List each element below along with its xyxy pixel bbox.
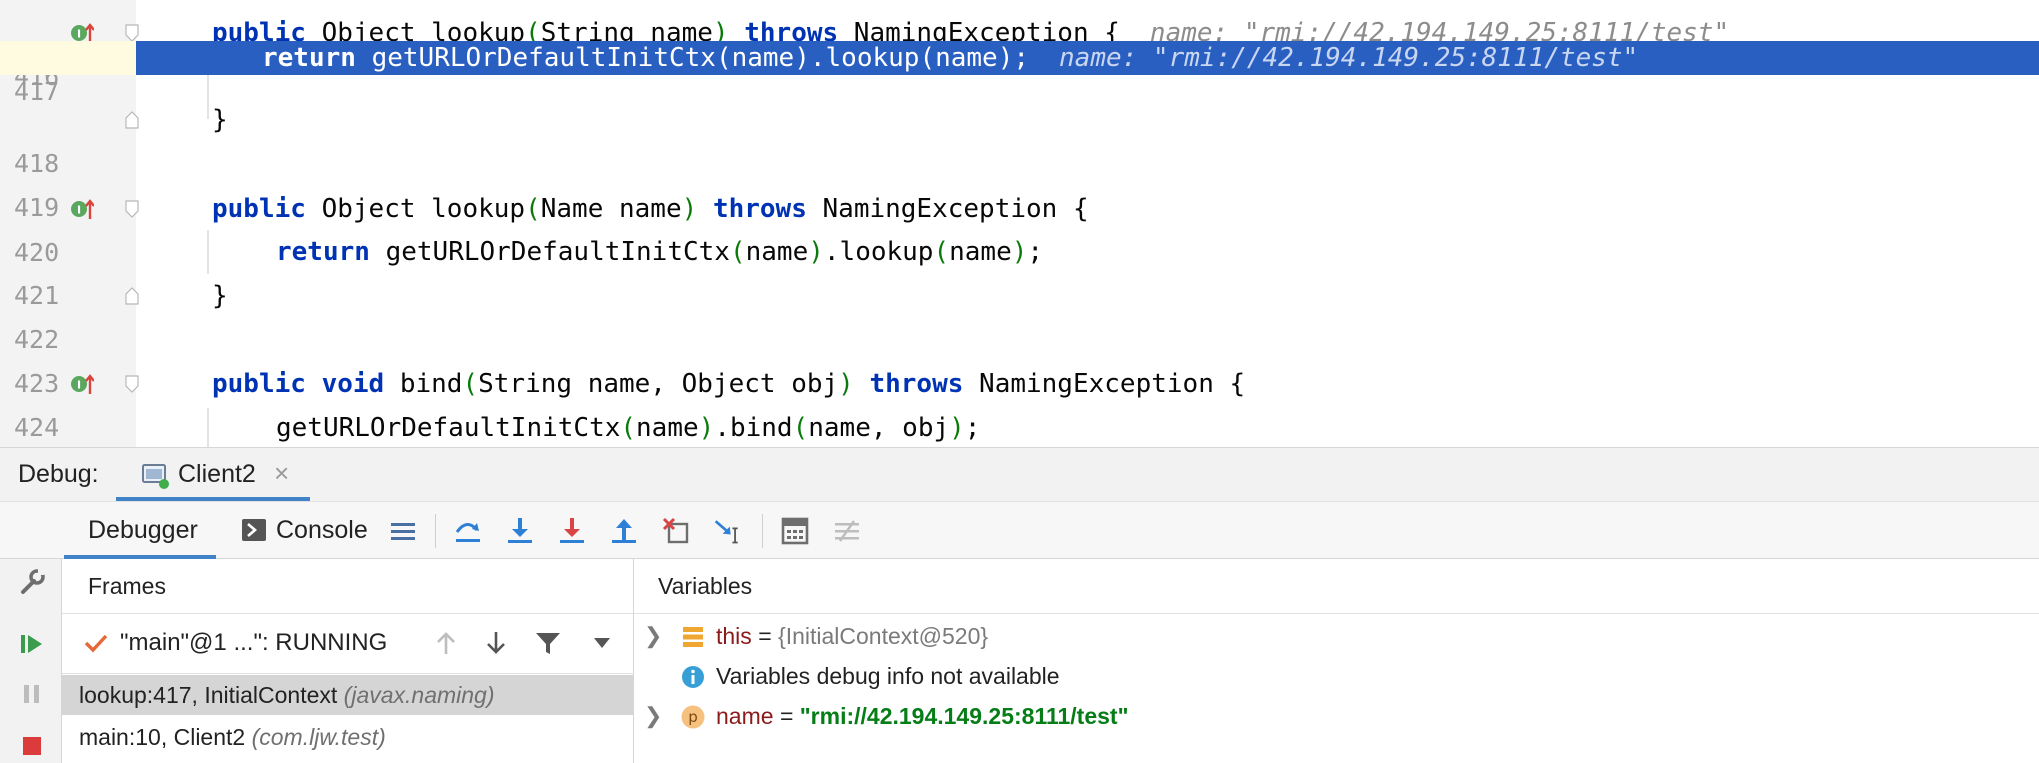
variable-name: name [716,703,774,729]
trace-stream-icon[interactable] [832,516,862,546]
variable-value: "rmi://42.194.149.25:8111/test" [799,703,1129,729]
pause-icon[interactable] [17,679,47,709]
drop-frame-icon[interactable] [661,516,691,546]
fold-marker-icon[interactable] [125,375,139,393]
code-line[interactable]: 423 [0,318,2039,398]
frame-item[interactable]: lookup:417, InitialContext (javax.naming… [62,675,633,715]
frames-title: Frames [88,573,166,599]
filter-icon[interactable] [534,630,562,656]
code-line[interactable]: 418 } [0,98,2039,178]
frame-method: lookup:417, InitialContext [79,682,338,708]
fold-marker-icon[interactable] [125,200,139,218]
down-arrow-icon[interactable] [484,630,508,656]
info-icon [682,666,704,688]
fold-marker-icon[interactable] [125,24,139,42]
variable-name: this [716,623,752,649]
code-editor[interactable]: 416 I public Object lookup(String name) … [0,0,2039,447]
force-step-into-icon[interactable] [557,516,587,546]
variables-header: Variables [634,559,2039,614]
frame-method: main:10, Client2 [79,724,246,750]
svg-text:I: I [77,379,81,392]
fold-end-icon[interactable] [125,287,139,305]
close-icon[interactable]: × [274,458,289,489]
step-into-icon[interactable] [505,516,535,546]
debugger-toolbar: Debugger Console [0,501,2039,559]
expand-arrow-icon[interactable]: ❯ [644,616,662,656]
svg-text:I: I [77,28,81,41]
variable-info-row: Variables debug info not available [634,656,2039,696]
run-config-icon [142,464,169,489]
code-line[interactable]: 425 getURLOrDefaultInitCtx(name).bind(na… [0,406,2039,447]
current-execution-line[interactable]: 417 return getURLOrDefaultInitCtx(name).… [0,41,2039,106]
up-arrow-icon[interactable] [434,630,458,656]
variables-panel: Variables ❯ this = {InitialContext@520} … [634,559,2039,763]
variable-row-name[interactable]: ❯ p name = "rmi://42.194.149.25:8111/tes… [634,696,2039,736]
code-line[interactable]: 420 I public Object lookup(Name name) th… [0,187,2039,267]
step-over-icon[interactable] [453,516,483,546]
fold-end-icon[interactable] [125,111,139,129]
thread-status: "main"@1 ...": RUNNING [120,629,388,656]
tab-debugger-label: Debugger [88,516,198,544]
variables-title: Variables [658,573,753,599]
frames-header: Frames [62,559,633,614]
wrench-icon[interactable] [17,567,47,597]
expand-arrow-icon[interactable]: ❯ [644,696,662,736]
hamburger-menu-icon[interactable] [388,516,418,546]
run-to-cursor-icon[interactable] [713,516,743,546]
frame-package: (com.ljw.test) [251,724,386,750]
thread-selector[interactable]: "main"@1 ...": RUNNING [62,614,633,674]
svg-text:p: p [688,708,698,726]
frames-panel: Frames "main"@1 ...": RUNNING lookup:417… [62,559,634,763]
chevron-down-icon[interactable] [592,636,612,650]
variable-row-this[interactable]: ❯ this = {InitialContext@520} [634,616,2039,656]
evaluate-expression-icon[interactable] [780,516,810,546]
stop-icon[interactable] [17,729,47,759]
resume-icon[interactable] [17,629,47,659]
tab-console[interactable]: Console [232,502,372,559]
console-icon [242,519,266,541]
parameter-icon: p [681,705,705,729]
field-list-icon [683,627,703,647]
frame-item[interactable]: main:10, Client2 (com.ljw.test) [62,717,633,757]
svg-text:I: I [77,204,81,217]
session-tab-client2[interactable]: Client2 × [116,448,310,502]
tab-console-label: Console [276,516,368,544]
implements-method-icon[interactable]: I [70,372,94,396]
debug-label: Debug: [18,460,99,488]
variable-value: {InitialContext@520} [778,623,989,649]
tab-debugger[interactable]: Debugger [64,502,216,559]
info-message: Variables debug info not available [716,663,1060,689]
code-line[interactable]: 421 return getURLOrDefaultInitCtx(name).… [0,230,2039,310]
code-line[interactable]: 424 I public void bind(String name, Obje… [0,362,2039,442]
implements-method-icon[interactable]: I [70,197,94,221]
inline-value-hint: name: "rmi://42.194.149.25:8111/test" [1059,43,1639,73]
frame-package: (javax.naming) [343,682,495,708]
code-line[interactable]: 422 } [0,274,2039,354]
step-out-icon[interactable] [609,516,639,546]
checkmark-icon [84,634,108,653]
session-tab-label: Client2 [178,460,256,488]
code-line[interactable]: 419 [0,142,2039,222]
debug-tool-window-header: Debug: Client2 × [0,447,2039,502]
